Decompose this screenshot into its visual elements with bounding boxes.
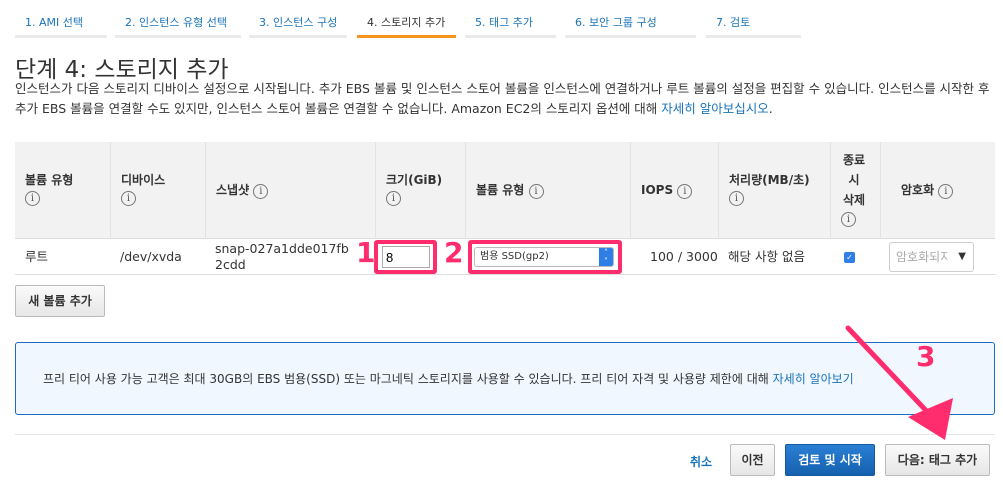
annotation-arrow-icon: [845, 325, 953, 440]
